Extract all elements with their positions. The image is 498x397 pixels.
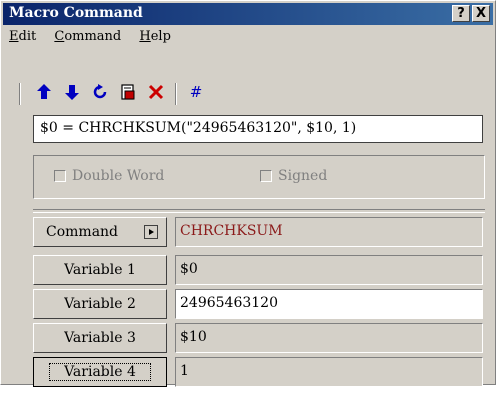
hash-icon[interactable]: # (185, 81, 207, 103)
variable-2-field[interactable]: 24965463120 (175, 289, 483, 319)
copy-page-icon (121, 84, 135, 100)
variable-4-button[interactable]: Variable 4 (33, 357, 167, 387)
variable-3-label: Variable 3 (64, 330, 136, 346)
move-up-button[interactable] (33, 81, 55, 103)
variable-4-label: Variable 4 (49, 363, 151, 381)
macro-command-window: Macro Command ? X Edit Command Help # $0… (0, 0, 496, 387)
menu-command[interactable]: Command (54, 29, 121, 44)
command-value: CHRCHKSUM (175, 217, 483, 247)
undo-button[interactable] (89, 81, 111, 103)
variable-3-field: $10 (175, 323, 483, 353)
variable-1-field: $0 (175, 255, 483, 285)
delete-icon (148, 84, 164, 100)
divider (33, 209, 485, 213)
menu-help[interactable]: Help (139, 29, 171, 44)
variable-1-label: Variable 1 (64, 262, 136, 278)
close-button[interactable]: X (472, 5, 490, 22)
variable-4-field: 1 (175, 357, 483, 387)
double-word-label: Double Word (72, 168, 165, 184)
undo-icon (93, 84, 107, 99)
play-arrow-icon (144, 225, 158, 239)
command-label: Command (46, 224, 119, 240)
copy-page-button[interactable] (117, 81, 139, 103)
help-button[interactable]: ? (452, 5, 470, 22)
title-bar[interactable]: Macro Command ? X (3, 3, 493, 25)
checkbox-icon (54, 170, 66, 182)
down-arrow-icon (65, 85, 79, 100)
window-title: Macro Command (9, 5, 143, 21)
command-button[interactable]: Command (33, 217, 167, 247)
menu-edit[interactable]: Edit (9, 29, 36, 44)
menu-bar: Edit Command Help (9, 29, 185, 49)
up-arrow-icon (37, 84, 51, 99)
signed-checkbox[interactable]: Signed (260, 168, 327, 184)
delete-button[interactable] (145, 81, 167, 103)
variable-2-button[interactable]: Variable 2 (33, 289, 167, 319)
toolbar-separator (175, 83, 177, 105)
move-down-button[interactable] (61, 81, 83, 103)
options-group: Double Word Signed (33, 155, 485, 199)
variable-1-button[interactable]: Variable 1 (33, 255, 167, 285)
variable-3-button[interactable]: Variable 3 (33, 323, 167, 353)
double-word-checkbox[interactable]: Double Word (54, 168, 164, 184)
toolbar-separator (19, 83, 21, 105)
command-text-field[interactable]: $0 = CHRCHKSUM("24965463120", $10, 1) (33, 115, 483, 143)
signed-label: Signed (278, 168, 328, 184)
variable-2-label: Variable 2 (64, 296, 136, 312)
checkbox-icon (260, 170, 272, 182)
